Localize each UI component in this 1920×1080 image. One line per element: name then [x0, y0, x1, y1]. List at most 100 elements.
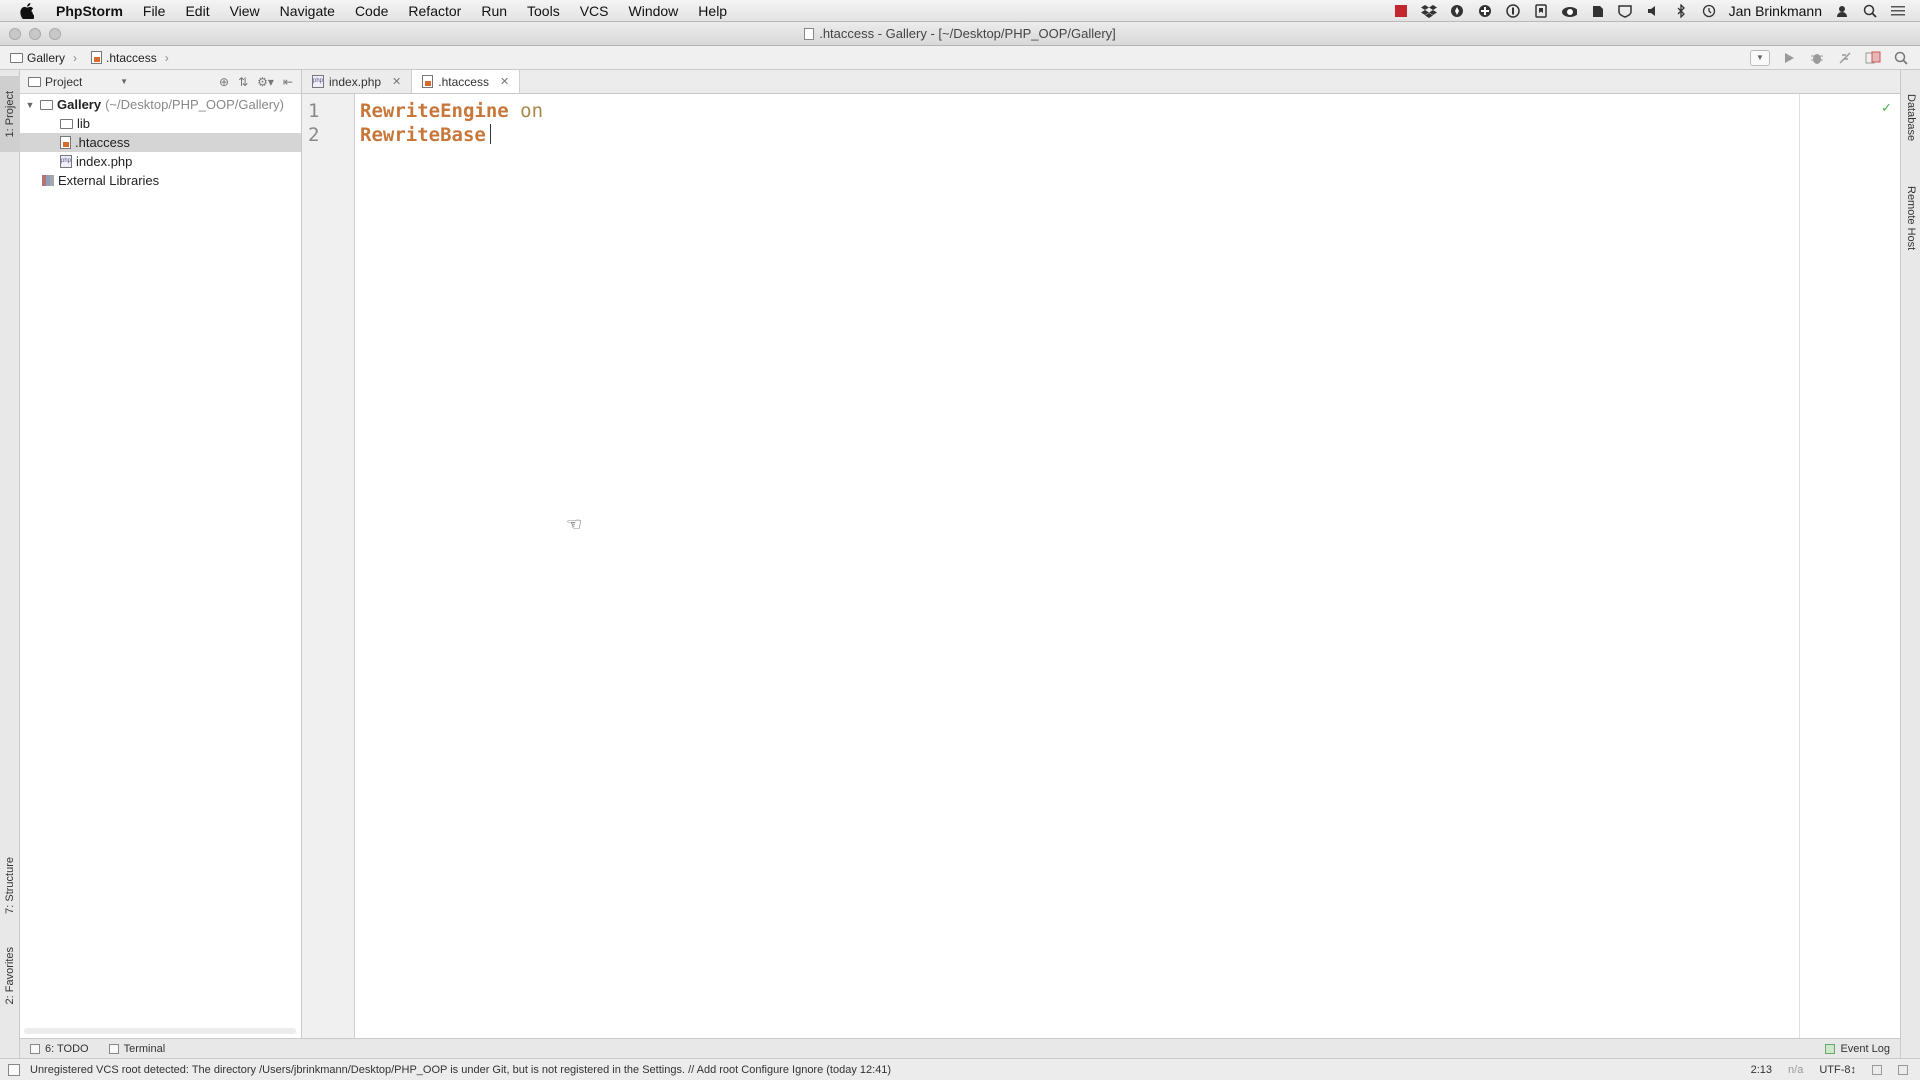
- evernote-icon[interactable]: [1589, 3, 1605, 19]
- tool-tab-label: Remote Host: [1905, 185, 1917, 251]
- code-editor[interactable]: 1 2 RewriteEngine on RewriteBase ✓: [302, 94, 1900, 1038]
- htaccess-file-icon: [91, 51, 103, 64]
- line-number-gutter[interactable]: 1 2: [302, 94, 355, 1038]
- run-config-dropdown[interactable]: ▼: [1750, 49, 1770, 66]
- search-everywhere-icon[interactable]: [1892, 49, 1910, 67]
- menu-help[interactable]: Help: [688, 3, 737, 19]
- dropbox-icon[interactable]: [1420, 3, 1437, 19]
- tool-tab-label: 7: Structure: [4, 856, 16, 914]
- caret-position[interactable]: 2:13: [1751, 1064, 1772, 1076]
- menu-file[interactable]: File: [133, 3, 176, 19]
- shield-icon[interactable]: [1617, 3, 1633, 19]
- line-number: 1: [308, 100, 320, 122]
- status-message[interactable]: Unregistered VCS root detected: The dire…: [30, 1064, 891, 1076]
- php-file-icon: php: [60, 155, 72, 168]
- todo-icon: [30, 1043, 40, 1054]
- code-line[interactable]: RewriteBase: [360, 124, 491, 146]
- inspector-icon[interactable]: [1898, 1064, 1908, 1075]
- menu-window[interactable]: Window: [619, 3, 689, 19]
- close-icon[interactable]: ✕: [392, 75, 401, 88]
- time-machine-icon[interactable]: [1701, 3, 1717, 19]
- toggle-tool-windows-icon[interactable]: [8, 1063, 20, 1076]
- menu-tools[interactable]: Tools: [517, 3, 570, 19]
- tree-item-htaccess[interactable]: .htaccess: [20, 133, 301, 152]
- tool-tab-label: 2: Favorites: [4, 947, 16, 1005]
- plus-circle-icon[interactable]: [1477, 3, 1493, 19]
- line-separator[interactable]: n/a: [1788, 1064, 1803, 1076]
- editor-tab-index-php[interactable]: php index.php ✕: [302, 70, 413, 93]
- tree-item-gallery[interactable]: ▼ Gallery (~/Desktop/PHP_OOP/Gallery): [20, 95, 301, 114]
- run-icon[interactable]: [1780, 49, 1798, 67]
- menu-view[interactable]: View: [220, 3, 270, 19]
- bottom-tool-tabs: 6: TODO Terminal Event Log: [20, 1038, 1900, 1058]
- menu-run[interactable]: Run: [471, 3, 517, 19]
- directive-token: RewriteEngine: [360, 100, 509, 122]
- user-icon[interactable]: [1834, 3, 1850, 19]
- project-view-selector[interactable]: Project ▼: [28, 75, 128, 89]
- menu-app-name[interactable]: PhpStorm: [50, 3, 133, 19]
- status-bar: Unregistered VCS root detected: The dire…: [0, 1058, 1920, 1080]
- tool-tab-database[interactable]: Database: [1901, 78, 1920, 158]
- tree-item-lib[interactable]: lib: [20, 114, 301, 133]
- editor-tab-htaccess[interactable]: .htaccess ✕: [412, 70, 521, 93]
- scroll-from-source-icon[interactable]: ⊕: [219, 75, 229, 89]
- project-tree: ▼ Gallery (~/Desktop/PHP_OOP/Gallery) li…: [20, 94, 301, 190]
- apple-icon[interactable]: [18, 2, 36, 20]
- tree-item-index-php[interactable]: php index.php: [20, 152, 301, 171]
- htaccess-file-icon: [60, 136, 71, 149]
- hide-panel-icon[interactable]: ⇤: [283, 75, 293, 89]
- menu-code[interactable]: Code: [345, 3, 398, 19]
- tool-tab-project[interactable]: 1: Project: [0, 76, 20, 152]
- menu-navigate[interactable]: Navigate: [270, 3, 345, 19]
- library-icon: [42, 175, 54, 186]
- tool-tab-todo[interactable]: 6: TODO: [20, 1043, 99, 1055]
- navigation-bar: Gallery › .htaccess › ▼: [0, 46, 1920, 70]
- lock-icon[interactable]: [1872, 1064, 1882, 1075]
- text-caret: [489, 124, 491, 144]
- notification-center-icon[interactable]: [1890, 3, 1906, 19]
- tool-tab-label: 6: TODO: [45, 1042, 89, 1055]
- tool-tab-remote-host[interactable]: Remote Host: [1901, 170, 1920, 266]
- close-icon[interactable]: ✕: [500, 75, 509, 88]
- cloud-icon[interactable]: [1561, 3, 1577, 19]
- checkmark-icon[interactable]: ✓: [1881, 100, 1892, 116]
- menu-vcs[interactable]: VCS: [570, 3, 619, 19]
- debug-icon[interactable]: [1808, 49, 1826, 67]
- chevron-right-icon: ›: [164, 50, 169, 65]
- hand-cursor-icon: ☜: [566, 514, 583, 534]
- volume-icon[interactable]: [1645, 3, 1661, 19]
- collapse-all-icon[interactable]: ⇅: [238, 75, 248, 89]
- gear-icon[interactable]: ⚙▾: [257, 75, 274, 89]
- chevron-down-icon: ▼: [120, 77, 128, 86]
- onepassword-icon[interactable]: [1505, 3, 1521, 19]
- spotlight-search-icon[interactable]: [1862, 3, 1878, 19]
- code-line[interactable]: RewriteEngine on: [360, 100, 543, 122]
- tool-tab-favorites[interactable]: 2: Favorites: [0, 936, 20, 1016]
- file-encoding[interactable]: UTF-8↕: [1819, 1064, 1856, 1076]
- line-number: 2: [308, 124, 320, 146]
- tool-tab-structure[interactable]: 7: Structure: [0, 840, 20, 930]
- horizontal-scrollbar[interactable]: [24, 1028, 296, 1034]
- tool-tab-label: Database: [1905, 94, 1917, 142]
- php-listen-debug-icon[interactable]: [1836, 49, 1854, 67]
- tool-tab-label: Event Log: [1840, 1042, 1890, 1055]
- recording-icon[interactable]: [1393, 3, 1409, 19]
- compass-icon[interactable]: [1449, 3, 1465, 19]
- window-title: .htaccess - Gallery - [~/Desktop/PHP_OOP…: [0, 26, 1920, 41]
- breadcrumb-gallery[interactable]: Gallery ›: [0, 51, 81, 65]
- tree-item-path: (~/Desktop/PHP_OOP/Gallery): [105, 97, 284, 112]
- breadcrumb-htaccess[interactable]: .htaccess ›: [81, 51, 173, 65]
- user-name[interactable]: Jan Brinkmann: [1729, 3, 1822, 19]
- vcs-icon[interactable]: [1864, 49, 1882, 67]
- menu-refactor[interactable]: Refactor: [398, 3, 471, 19]
- expand-arrow-icon[interactable]: ▼: [24, 100, 36, 110]
- bookmark-icon[interactable]: [1533, 3, 1549, 19]
- project-view-label: Project: [45, 74, 83, 89]
- tool-tab-terminal[interactable]: Terminal: [99, 1043, 176, 1055]
- menu-edit[interactable]: Edit: [175, 3, 219, 19]
- breadcrumb-label: Gallery: [27, 50, 66, 65]
- bluetooth-icon[interactable]: [1673, 3, 1689, 19]
- tree-item-external-libraries[interactable]: External Libraries: [20, 171, 301, 190]
- document-icon: [804, 28, 815, 40]
- tool-tab-event-log[interactable]: Event Log: [1815, 1043, 1900, 1055]
